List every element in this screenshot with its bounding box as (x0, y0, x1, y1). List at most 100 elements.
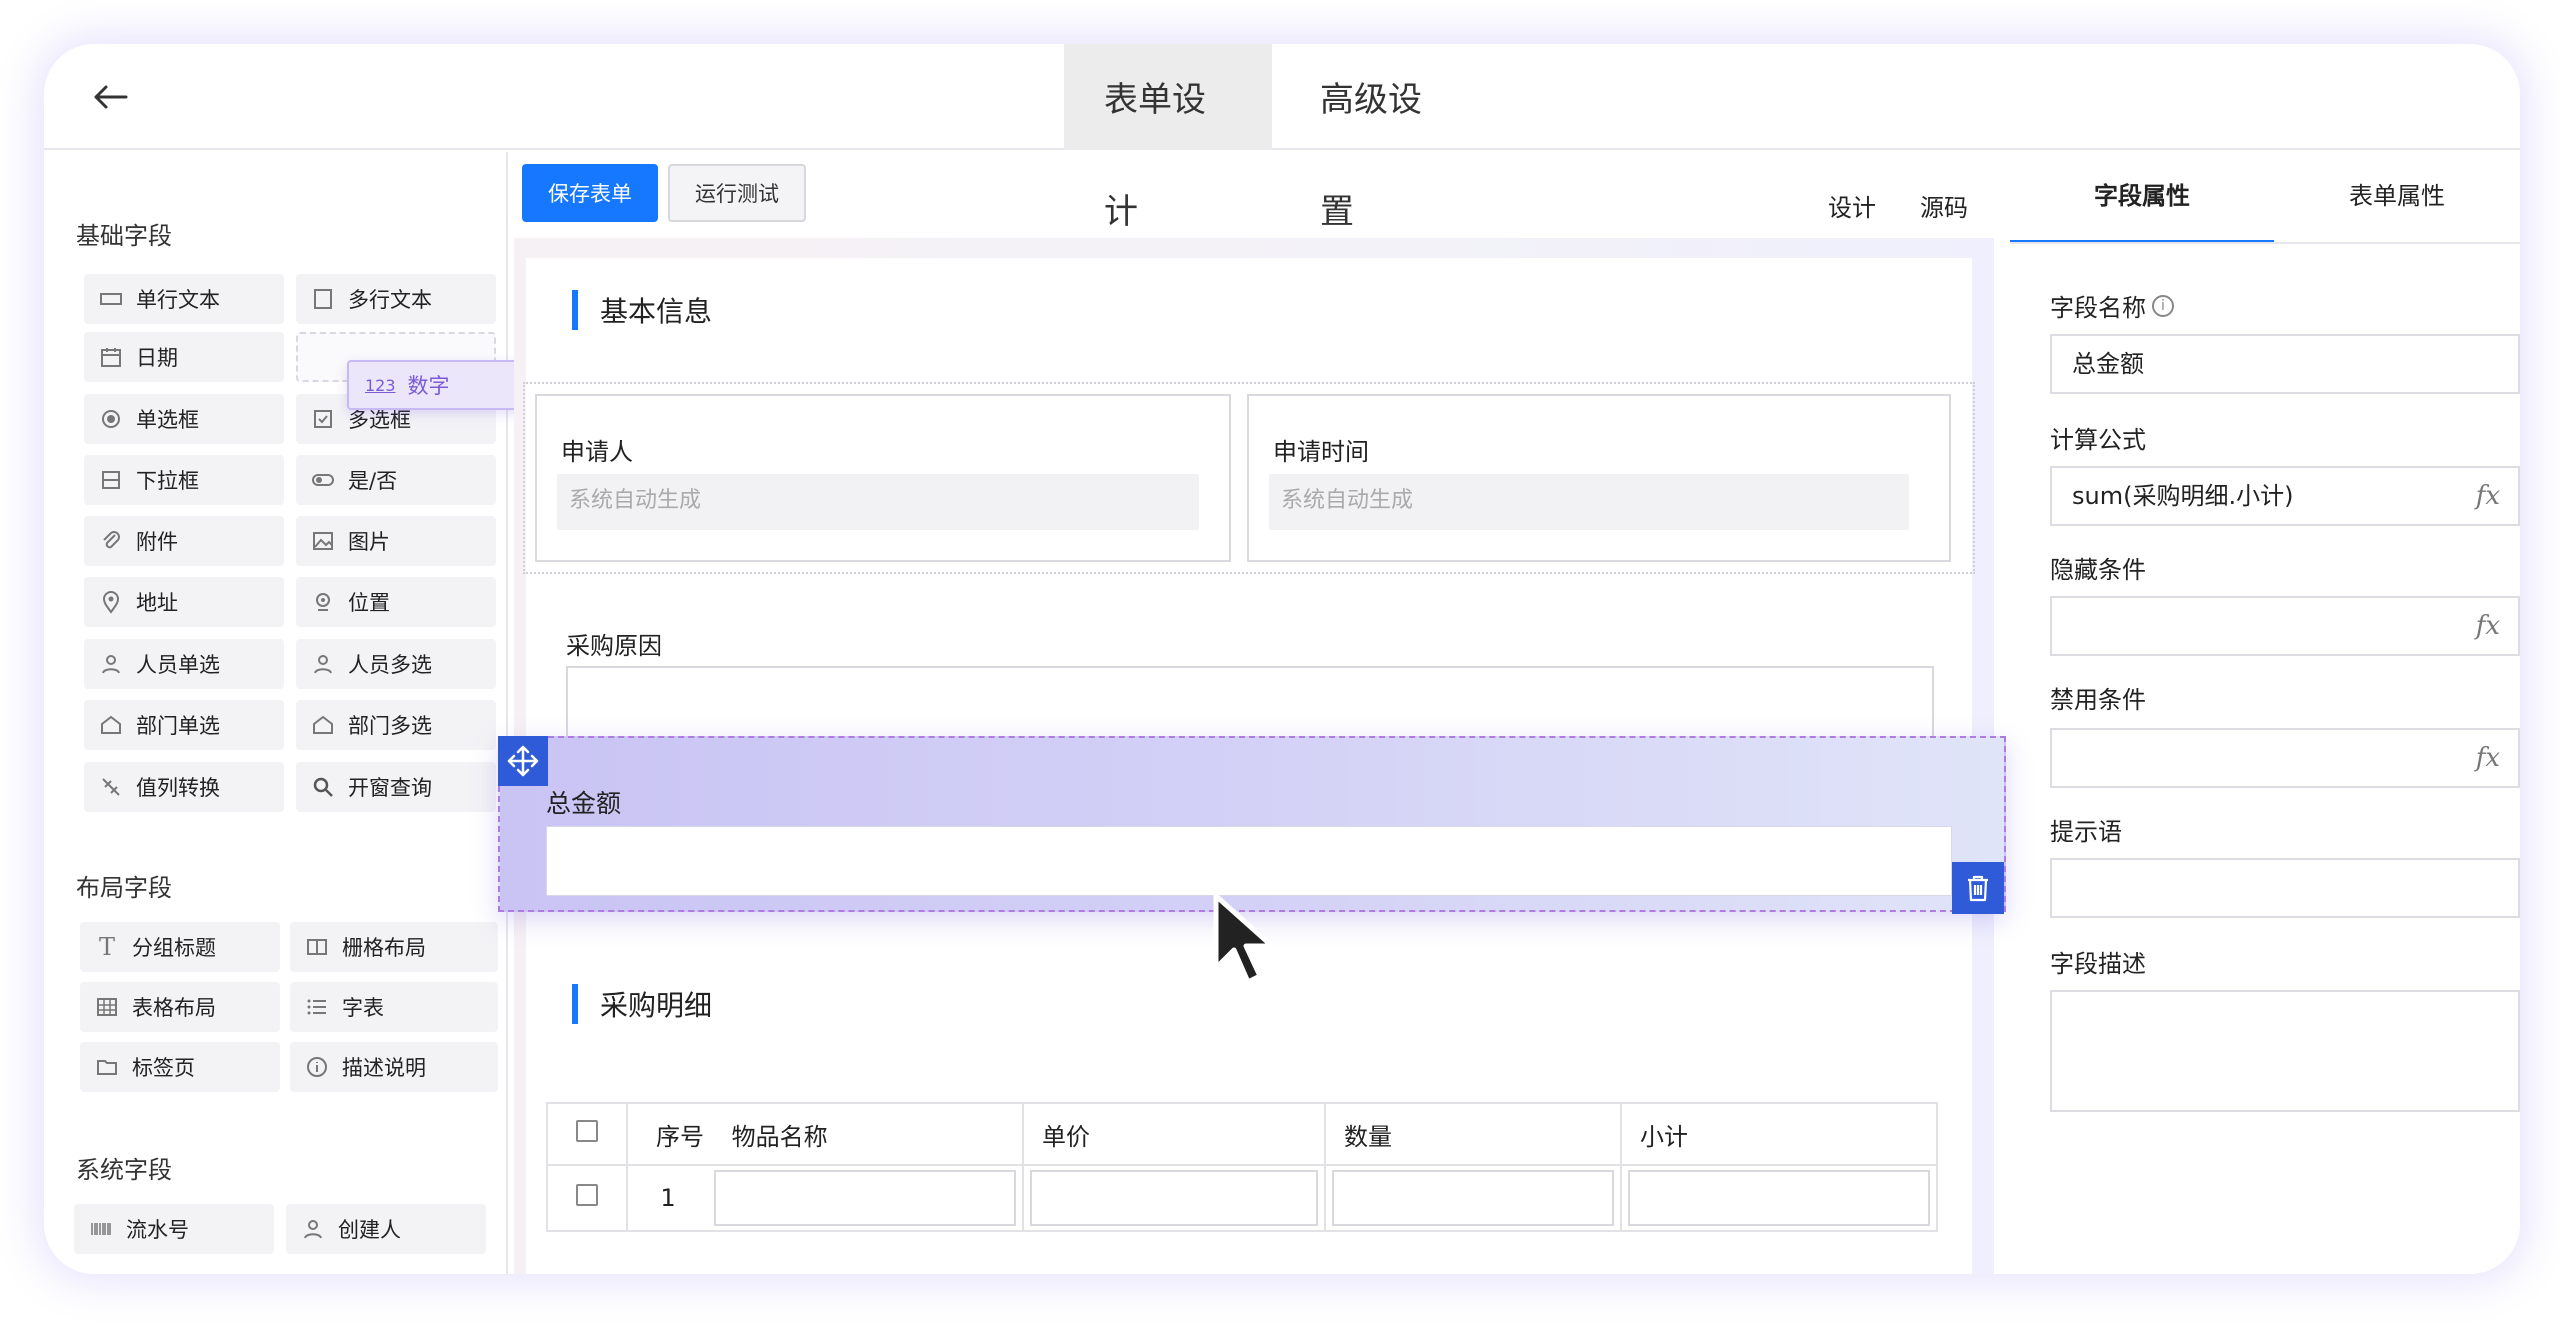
hidden-condition-label: 隐藏条件 (2050, 556, 2146, 584)
properties-panel: 字段属性 表单属性 字段名称 i 总金额 计算公式 sum(采购明细.小计) f… (2010, 152, 2520, 1274)
field-serial-number[interactable]: 流水号 (74, 1204, 274, 1254)
tab-form-design[interactable]: 表单设计 (1064, 44, 1272, 232)
field-creator[interactable]: 创建人 (286, 1204, 486, 1254)
field-tabs[interactable]: 标签页 (80, 1042, 280, 1092)
mouse-cursor-icon (1213, 893, 1275, 985)
field-dropdown[interactable]: 下拉框 (84, 455, 284, 505)
layout-fields-title: 布局字段 (76, 874, 172, 902)
image-icon (310, 528, 336, 554)
folder-icon (94, 1054, 120, 1080)
map-pin-icon (98, 589, 124, 615)
field-radio[interactable]: 单选框 (84, 394, 284, 444)
field-description[interactable]: 描述说明 (290, 1042, 498, 1092)
quantity-input[interactable] (1332, 1170, 1614, 1226)
purchase-reason-label: 采购原因 (566, 632, 662, 660)
field-palette: 基础字段 单行文本 多行文本 日期 单选框 多选框 下拉框 是/否 附件 图片 … (44, 152, 547, 1274)
search-icon (310, 774, 336, 800)
info-icon (304, 1054, 330, 1080)
fx-icon[interactable]: fx (2476, 468, 2500, 524)
field-multi-line-text[interactable]: 多行文本 (296, 274, 496, 324)
tab-form-properties[interactable]: 表单属性 (2274, 152, 2520, 244)
textarea-icon (310, 286, 336, 312)
field-group-title[interactable]: T 分组标题 (80, 922, 280, 972)
field-image[interactable]: 图片 (296, 516, 496, 566)
tab-advanced-settings[interactable]: 高级设置 (1280, 44, 1488, 232)
unit-price-input[interactable] (1030, 1170, 1318, 1226)
tab-field-properties[interactable]: 字段属性 (2010, 152, 2274, 244)
disabled-condition-label: 禁用条件 (2050, 686, 2146, 714)
move-handle-icon[interactable] (498, 736, 548, 786)
textbox-icon (98, 286, 124, 312)
form-designer-window: 表单设计 高级设置 基础字段 单行文本 多行文本 日期 单选框 多选框 下拉框 … (44, 44, 2520, 1274)
hint-input[interactable] (2050, 858, 2520, 918)
department-icon (98, 712, 124, 738)
col-unit-price: 单价 (1022, 1102, 1326, 1166)
field-apply-time[interactable]: 申请时间 系统自动生成 (1247, 394, 1951, 562)
design-mode-link[interactable]: 设计 (1828, 188, 1876, 223)
item-name-input[interactable] (714, 1170, 1016, 1226)
apply-time-input[interactable]: 系统自动生成 (1269, 474, 1909, 530)
info-icon: i (2152, 294, 2174, 317)
formula-input[interactable]: sum(采购明细.小计) fx (2050, 466, 2520, 526)
row-index: 1 (660, 1184, 676, 1212)
run-test-button[interactable]: 运行测试 (668, 164, 806, 222)
department-icon (310, 712, 336, 738)
field-single-user[interactable]: 人员单选 (84, 639, 284, 689)
grid-layout-row[interactable]: 申请人 系统自动生成 申请时间 系统自动生成 (523, 382, 1975, 574)
field-multi-department[interactable]: 部门多选 (296, 700, 496, 750)
designer-toolbar: 保存表单 运行测试 设计 源码 (512, 152, 2012, 232)
section-purchase-detail[interactable]: 采购明细 (572, 984, 712, 1024)
calendar-icon (98, 344, 124, 370)
formula-label: 计算公式 (2050, 426, 2146, 454)
field-popup-query[interactable]: 开窗查询 (296, 762, 496, 812)
trash-icon[interactable] (1952, 862, 2004, 914)
user-icon (300, 1216, 326, 1242)
table-row: 1 (546, 1164, 1938, 1232)
select-all-checkbox[interactable] (546, 1102, 628, 1166)
field-applicant[interactable]: 申请人 系统自动生成 (535, 394, 1231, 562)
field-single-department[interactable]: 部门单选 (84, 700, 284, 750)
row-checkbox[interactable] (546, 1164, 628, 1232)
applicant-input[interactable]: 系统自动生成 (557, 474, 1199, 530)
col-quantity: 数量 (1324, 1102, 1622, 1166)
fx-icon[interactable]: fx (2476, 730, 2500, 786)
total-amount-label: 总金额 (546, 789, 622, 818)
field-grid-layout[interactable]: 栅格布局 (290, 922, 498, 972)
hint-label: 提示语 (2050, 818, 2122, 846)
field-attachment[interactable]: 附件 (84, 516, 284, 566)
field-yes-no[interactable]: 是/否 (296, 455, 496, 505)
col-subtotal: 小计 (1620, 1102, 1938, 1166)
hidden-condition-input[interactable]: fx (2050, 596, 2520, 656)
disabled-condition-input[interactable]: fx (2050, 728, 2520, 788)
field-date[interactable]: 日期 (84, 332, 284, 382)
source-mode-link[interactable]: 源码 (1920, 188, 1968, 223)
text-icon: T (98, 933, 115, 961)
users-icon (310, 651, 336, 677)
field-name-label: 字段名称 i (2050, 288, 2174, 323)
subtotal-input[interactable] (1628, 1170, 1930, 1226)
top-header: 表单设计 高级设置 (44, 44, 2520, 232)
fx-icon[interactable]: fx (2476, 598, 2500, 654)
field-value-convert[interactable]: 值列转换 (84, 762, 284, 812)
field-desc-textarea[interactable] (2050, 990, 2520, 1112)
field-desc-label: 字段描述 (2050, 950, 2146, 978)
user-icon (98, 651, 124, 677)
save-form-button[interactable]: 保存表单 (522, 164, 658, 222)
field-name-input[interactable]: 总金额 (2050, 334, 2520, 394)
number-icon: 123 (365, 375, 396, 395)
paperclip-icon (98, 528, 124, 554)
section-basic-info[interactable]: 基本信息 (572, 290, 712, 330)
location-icon (310, 589, 336, 615)
table-icon (94, 994, 120, 1020)
field-single-line-text[interactable]: 单行文本 (84, 274, 284, 324)
field-subtable[interactable]: 字表 (290, 982, 498, 1032)
field-multi-user[interactable]: 人员多选 (296, 639, 496, 689)
barcode-icon (88, 1216, 114, 1242)
field-address[interactable]: 地址 (84, 577, 284, 627)
total-amount-input[interactable] (546, 826, 1952, 896)
back-arrow-icon[interactable] (90, 82, 130, 112)
dropdown-icon (98, 467, 124, 493)
field-location[interactable]: 位置 (296, 577, 496, 627)
col-item-name: 物品名称 (731, 1122, 828, 1151)
field-table-layout[interactable]: 表格布局 (80, 982, 280, 1032)
